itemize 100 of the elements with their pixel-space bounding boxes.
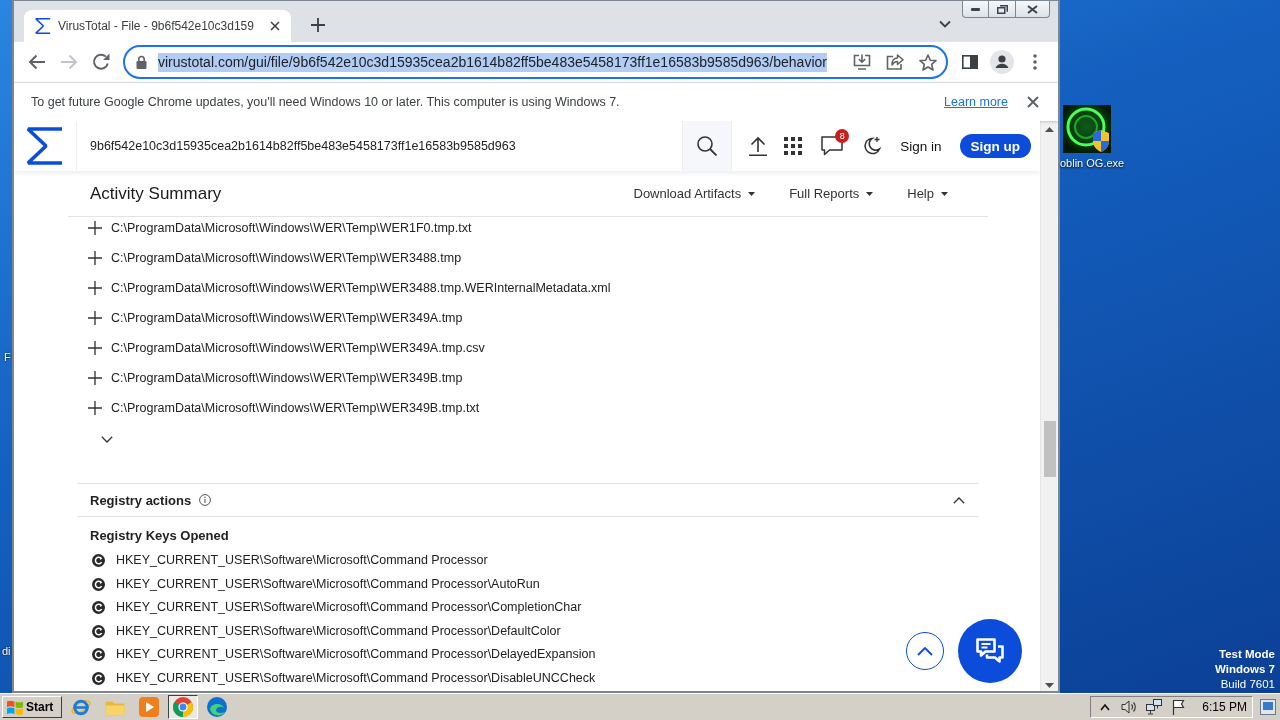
upload-icon[interactable] bbox=[748, 136, 769, 156]
scroll-top-button[interactable] bbox=[906, 632, 944, 670]
registry-key-path: HKEY_CURRENT_USER\Software\Microsoft\Command Processor\DelayedExpansion bbox=[116, 647, 596, 663]
registry-key-path: HKEY_CURRENT_USER\Software\Microsoft\Command Processor\CompletionChar bbox=[116, 600, 582, 616]
restore-icon bbox=[996, 4, 1008, 14]
build-number-text: Build 7601 bbox=[1220, 677, 1275, 692]
plus-icon[interactable] bbox=[88, 311, 102, 325]
search-field[interactable]: 9b6f542e10c3d15935cea2b1614b82ff5be483e5458173ff1e16583b9585d963 bbox=[76, 121, 683, 171]
search-icon bbox=[697, 136, 718, 156]
install-icon[interactable] bbox=[853, 54, 871, 70]
chevron-down-icon[interactable] bbox=[939, 20, 951, 28]
swirl-icon bbox=[92, 577, 105, 591]
caret-icon bbox=[866, 191, 874, 196]
flag-icon[interactable] bbox=[1172, 699, 1187, 715]
wave-logo-icon bbox=[207, 697, 227, 717]
play-icon bbox=[139, 697, 159, 717]
infobar-message: To get future Google Chrome updates, you'll need Windows 10 or later. This computer is using Windows 7. bbox=[31, 95, 620, 109]
caret-icon bbox=[748, 191, 756, 196]
dropdown-menu-button[interactable]: Download Artifacts bbox=[633, 186, 756, 201]
minimize-icon bbox=[971, 7, 980, 11]
round-logo-icon bbox=[173, 697, 193, 717]
show-desktop-icon[interactable] bbox=[1260, 699, 1276, 715]
close-icon[interactable] bbox=[1027, 96, 1039, 108]
chat-bubbles-icon bbox=[976, 638, 1004, 664]
speaker-icon[interactable] bbox=[1121, 700, 1139, 714]
file-path: C:\ProgramData\Microsoft\Windows\WER\Temp\WER1F0.tmp.txt bbox=[111, 220, 472, 237]
section-title: Registry actions bbox=[90, 492, 192, 508]
file-path: C:\ProgramData\Microsoft\Windows\WER\Temp\WER349A.tmp.csv bbox=[111, 340, 485, 357]
chevron-up-icon[interactable] bbox=[953, 496, 965, 504]
section-title: Activity Summary bbox=[90, 183, 222, 204]
side-panel-icon[interactable] bbox=[962, 55, 978, 69]
windows-flag-icon bbox=[7, 699, 23, 715]
orb-shield-icon[interactable] bbox=[1063, 105, 1111, 153]
subsection-title: Registry Keys Opened bbox=[90, 527, 229, 545]
close-icon[interactable] bbox=[269, 21, 280, 31]
plus-icon[interactable] bbox=[88, 251, 102, 265]
desktop-icon-label: oblin OG.exe bbox=[1060, 157, 1125, 170]
dropdown-menu-button[interactable]: Help bbox=[907, 186, 948, 201]
avatar-icon[interactable] bbox=[990, 50, 1014, 74]
swirl-icon bbox=[92, 624, 105, 638]
desktop-icon-label: di bbox=[2, 645, 11, 658]
maximize-button[interactable] bbox=[989, 1, 1016, 18]
minimize-button[interactable] bbox=[962, 1, 989, 18]
scrollbar-thumb[interactable] bbox=[1043, 421, 1056, 477]
search-button[interactable] bbox=[682, 121, 733, 171]
plus-icon[interactable] bbox=[310, 18, 325, 32]
registry-key-path: HKEY_CURRENT_USER\Software\Microsoft\Command Processor\AutoRun bbox=[116, 576, 540, 592]
test-mode-text: Test Mode bbox=[1219, 647, 1275, 662]
plus-icon[interactable] bbox=[88, 341, 102, 355]
swirl-icon bbox=[92, 601, 105, 615]
arrow-left-icon[interactable] bbox=[28, 54, 46, 70]
scrollbar[interactable] bbox=[1040, 121, 1058, 691]
taskbar-app-button[interactable] bbox=[168, 695, 198, 719]
clock-text: 6:15 PM bbox=[1202, 700, 1247, 714]
chevron-up-icon[interactable] bbox=[1100, 703, 1111, 711]
chevron-up-icon bbox=[917, 646, 933, 656]
plus-icon[interactable] bbox=[88, 281, 102, 295]
notification-badge: 8 bbox=[835, 129, 850, 143]
sigma-logo-icon[interactable] bbox=[26, 127, 64, 165]
star-icon[interactable] bbox=[919, 53, 937, 71]
registry-key-path: HKEY_CURRENT_USER\Software\Microsoft\Command Processor bbox=[116, 553, 488, 569]
network-icon[interactable] bbox=[1146, 699, 1163, 715]
plus-icon[interactable] bbox=[88, 371, 102, 385]
moon-icon[interactable] bbox=[861, 136, 882, 156]
file-path: C:\ProgramData\Microsoft\Windows\WER\Temp\WER349B.tmp.txt bbox=[111, 400, 480, 417]
sign-in-button[interactable]: Sign in bbox=[900, 138, 942, 154]
grid-icon[interactable] bbox=[784, 137, 803, 155]
learn-more-link[interactable]: Learn more bbox=[944, 95, 1008, 109]
desktop-icon-label: F bbox=[4, 351, 11, 364]
address-bar[interactable]: virustotal.com/gui/file/9b6f542e10c3d15935cea2b1614b82ff5be483e5458173ff1e16583b9585d963/behavior bbox=[123, 45, 948, 79]
swirl-icon bbox=[92, 554, 105, 568]
file-path: C:\ProgramData\Microsoft\Windows\WER\Temp\WER349A.tmp bbox=[111, 310, 463, 327]
file-path: C:\ProgramData\Microsoft\Windows\WER\Temp\WER349B.tmp bbox=[111, 370, 463, 387]
arrow-up-icon[interactable] bbox=[1045, 127, 1054, 132]
browser-tab[interactable]: VirusTotal - File - 9b6f542e10c3d159 bbox=[24, 10, 291, 42]
sign-up-button[interactable]: Sign up bbox=[959, 134, 1031, 158]
url-text: virustotal.com/gui/file/9b6f542e10c3d15935cea2b1614b82ff5be483e5458173ff1e16583b9585d963/behavior bbox=[158, 52, 827, 72]
info-icon[interactable] bbox=[199, 494, 212, 506]
file-path: C:\ProgramData\Microsoft\Windows\WER\Temp\WER3488.tmp bbox=[111, 250, 462, 267]
close-button[interactable] bbox=[1016, 1, 1050, 18]
swirl-icon bbox=[92, 648, 105, 662]
registry-key-path: HKEY_CURRENT_USER\Software\Microsoft\Command Processor\DefaultColor bbox=[116, 623, 561, 639]
plus-icon[interactable] bbox=[88, 401, 102, 415]
registry-key-path: HKEY_CURRENT_USER\Software\Microsoft\Command Processor\DisableUNCCheck bbox=[116, 670, 596, 686]
globe-e-icon bbox=[70, 697, 92, 717]
swirl-icon bbox=[92, 671, 105, 685]
sigma-logo-icon bbox=[35, 18, 51, 34]
share-icon[interactable] bbox=[886, 54, 904, 70]
dropdown-menu-button[interactable]: Full Reports bbox=[789, 186, 874, 201]
close-icon bbox=[1027, 4, 1038, 14]
lock-icon[interactable] bbox=[136, 55, 147, 69]
file-path: C:\ProgramData\Microsoft\Windows\WER\Temp\WER3488.tmp.WERInternalMetadata.xml bbox=[111, 280, 611, 297]
chevron-down-icon[interactable] bbox=[101, 435, 113, 443]
reload-icon[interactable] bbox=[92, 53, 110, 71]
start-button[interactable]: Start bbox=[2, 696, 62, 718]
arrow-down-icon[interactable] bbox=[1045, 683, 1054, 688]
os-version-text: Windows 7 bbox=[1215, 662, 1275, 677]
menu-icon[interactable] bbox=[1033, 54, 1037, 70]
caret-icon bbox=[941, 191, 948, 196]
plus-icon[interactable] bbox=[88, 221, 102, 235]
